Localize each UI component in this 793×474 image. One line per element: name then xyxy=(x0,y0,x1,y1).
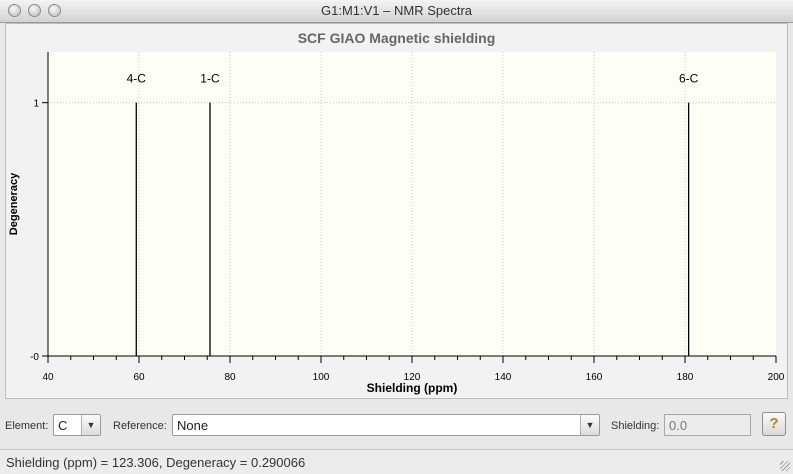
x-tick-label: 40 xyxy=(42,372,54,383)
shielding-field-value: 0.0 xyxy=(669,418,688,433)
x-tick-label: 180 xyxy=(677,372,694,383)
x-tick-label: 100 xyxy=(313,372,330,383)
question-icon: ? xyxy=(769,415,779,432)
peak-label: 4-C xyxy=(127,72,147,86)
x-tick-label: 80 xyxy=(224,372,236,383)
x-tick-label: 140 xyxy=(495,372,512,383)
element-select[interactable]: C ▼ xyxy=(53,414,101,436)
controls-bar: Element: C ▼ Reference: None ▼ Shielding… xyxy=(0,404,793,448)
x-tick-label: 160 xyxy=(586,372,603,383)
reference-label: Reference: xyxy=(113,420,167,432)
peak-label: 6-C xyxy=(679,72,699,86)
resize-grip-icon[interactable] xyxy=(780,461,790,471)
x-tick-label: 200 xyxy=(768,372,785,383)
element-select-value: C xyxy=(58,418,68,433)
chevron-down-icon[interactable]: ▼ xyxy=(81,415,100,435)
x-tick-label: 60 xyxy=(133,372,145,383)
shielding-field[interactable]: 0.0 xyxy=(664,414,751,436)
element-label: Element: xyxy=(5,420,49,432)
help-button[interactable]: ? xyxy=(762,412,786,436)
chevron-down-icon[interactable]: ▼ xyxy=(580,415,599,435)
spectrum-chart[interactable]: 40 60 80 100 120 140 160 180 200-01Shielding (pp… xyxy=(0,0,793,404)
y-tick-label: 1 xyxy=(33,99,39,110)
peak-label: 1-C xyxy=(200,72,220,86)
reference-select[interactable]: None ▼ xyxy=(172,414,600,436)
y-tick-label: -0 xyxy=(30,352,39,363)
reference-select-value: None xyxy=(177,418,209,433)
shielding-label: Shielding: xyxy=(611,420,660,432)
x-axis-label: Shielding (ppm) xyxy=(367,381,458,395)
y-axis-label: Degeneracy xyxy=(8,172,20,235)
status-bar: Shielding (ppm) = 123.306, Degeneracy = … xyxy=(0,449,793,474)
status-text: Shielding (ppm) = 123.306, Degeneracy = … xyxy=(6,455,306,470)
